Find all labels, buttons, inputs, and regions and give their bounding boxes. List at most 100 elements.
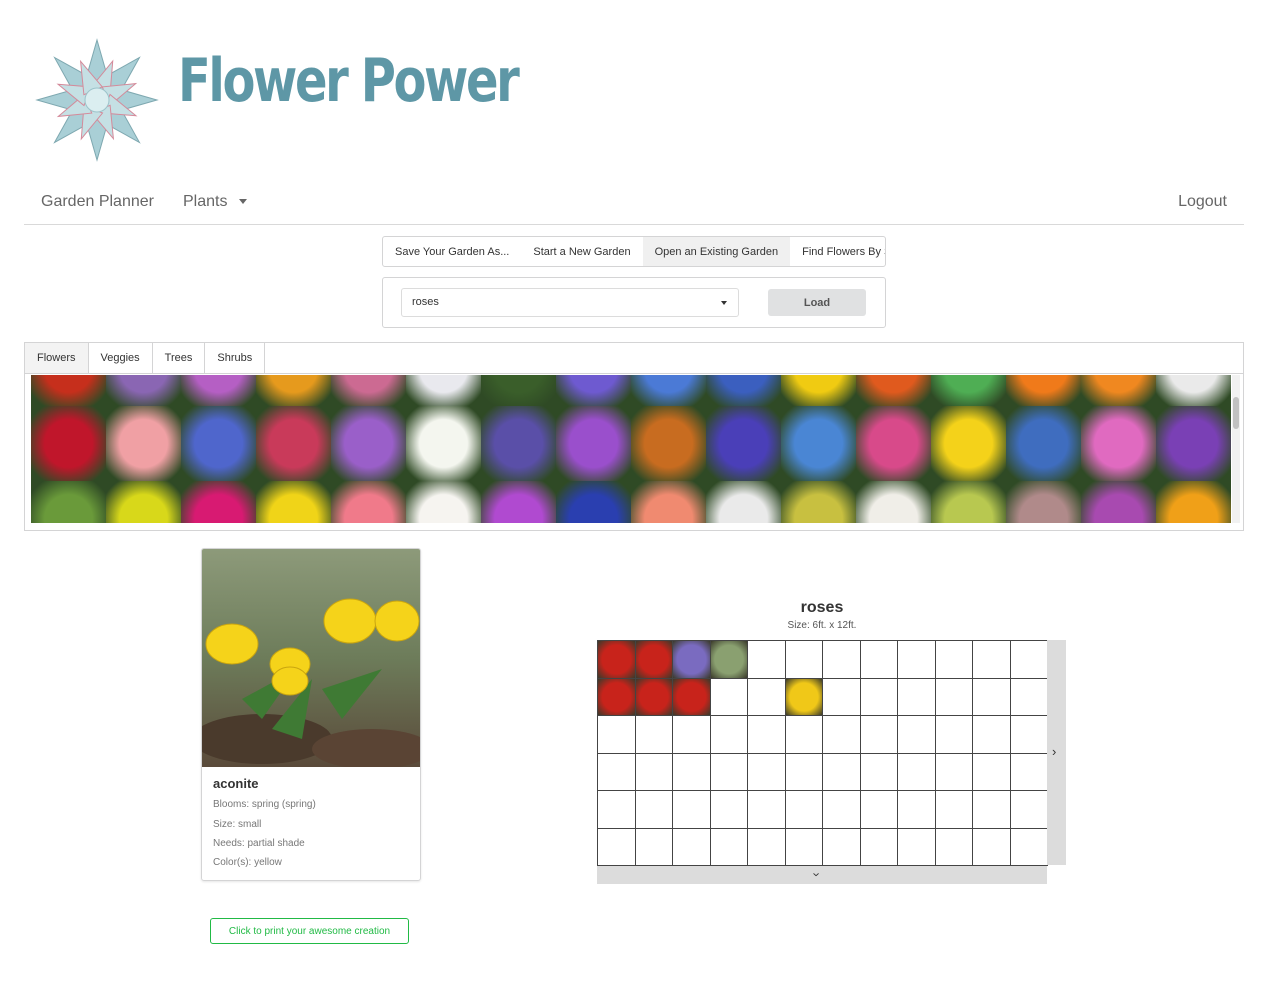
plant-thumbnail[interactable] <box>1156 406 1231 481</box>
garden-cell[interactable] <box>784 790 823 829</box>
plant-thumbnail[interactable] <box>256 481 331 523</box>
plant-thumbnail[interactable] <box>406 406 481 481</box>
plant-thumbnail[interactable] <box>1081 375 1156 406</box>
garden-cell[interactable] <box>897 790 936 829</box>
plant-thumbnail[interactable] <box>256 406 331 481</box>
garden-cell[interactable] <box>972 752 1011 791</box>
garden-cell[interactable] <box>597 790 636 829</box>
plant-thumbnail[interactable] <box>181 375 256 406</box>
garden-cell[interactable] <box>1009 677 1048 716</box>
plant-thumbnail[interactable] <box>31 481 106 523</box>
garden-cell[interactable] <box>972 790 1011 829</box>
tab-trees[interactable]: Trees <box>153 343 206 373</box>
plant-thumbnail[interactable] <box>556 375 631 406</box>
garden-cell[interactable] <box>597 827 636 866</box>
garden-cell[interactable] <box>897 640 936 679</box>
garden-cell[interactable] <box>822 640 861 679</box>
print-button[interactable]: Click to print your awesome creation <box>210 918 409 944</box>
garden-cell[interactable] <box>859 715 898 754</box>
garden-cell[interactable] <box>634 715 673 754</box>
plant-thumbnail[interactable] <box>106 375 181 406</box>
garden-cell[interactable] <box>747 790 786 829</box>
plant-thumbnail[interactable] <box>1006 375 1081 406</box>
garden-cell[interactable] <box>672 752 711 791</box>
plant-thumbnail[interactable] <box>856 481 931 523</box>
plant-thumbnail[interactable] <box>631 375 706 406</box>
plant-thumbnail[interactable] <box>856 406 931 481</box>
plant-thumbnail[interactable] <box>556 406 631 481</box>
garden-cell[interactable] <box>747 752 786 791</box>
plant-thumbnail[interactable] <box>481 481 556 523</box>
garden-cell[interactable] <box>897 827 936 866</box>
open-existing-garden-tab[interactable]: Open an Existing Garden <box>642 237 791 266</box>
garden-cell[interactable] <box>672 640 711 679</box>
garden-cell[interactable] <box>672 715 711 754</box>
garden-cell[interactable] <box>859 752 898 791</box>
plant-thumbnail[interactable] <box>331 481 406 523</box>
garden-cell[interactable] <box>934 790 973 829</box>
garden-cell[interactable] <box>784 827 823 866</box>
save-garden-as-tab[interactable]: Save Your Garden As... <box>383 237 521 266</box>
plant-thumbnail[interactable] <box>781 481 856 523</box>
plant-thumbnail[interactable] <box>856 375 931 406</box>
garden-cell[interactable] <box>822 790 861 829</box>
tab-flowers[interactable]: Flowers <box>25 343 89 373</box>
garden-cell[interactable] <box>972 677 1011 716</box>
garden-cell[interactable] <box>709 715 748 754</box>
garden-cell[interactable] <box>747 677 786 716</box>
garden-cell[interactable] <box>747 715 786 754</box>
garden-cell[interactable] <box>859 640 898 679</box>
plant-thumbnail[interactable] <box>706 375 781 406</box>
garden-cell[interactable] <box>859 827 898 866</box>
plant-thumbnail[interactable] <box>481 375 556 406</box>
plant-thumbnail[interactable] <box>1006 406 1081 481</box>
garden-cell[interactable] <box>897 752 936 791</box>
nav-logout[interactable]: Logout <box>1178 193 1227 211</box>
garden-cell[interactable] <box>822 752 861 791</box>
plant-thumbnail[interactable] <box>256 375 331 406</box>
tab-veggies[interactable]: Veggies <box>89 343 153 373</box>
plant-thumbnail[interactable] <box>781 406 856 481</box>
garden-cell[interactable] <box>784 640 823 679</box>
garden-cell[interactable] <box>709 790 748 829</box>
plant-thumbnail[interactable] <box>106 406 181 481</box>
garden-cell[interactable] <box>1009 640 1048 679</box>
garden-cell[interactable] <box>859 790 898 829</box>
garden-cell[interactable] <box>597 677 636 716</box>
garden-cell[interactable] <box>934 827 973 866</box>
find-flowers-by-state-tab[interactable]: Find Flowers By State <box>790 237 885 266</box>
garden-scroll-down[interactable]: › <box>597 866 1047 884</box>
plant-thumbnail[interactable] <box>406 481 481 523</box>
plant-thumbnail[interactable] <box>31 375 106 406</box>
garden-cell[interactable] <box>897 677 936 716</box>
garden-cell[interactable] <box>1009 715 1048 754</box>
garden-cell[interactable] <box>672 790 711 829</box>
thumbnail-scrollbar[interactable] <box>1232 375 1240 523</box>
scrollbar-thumb[interactable] <box>1233 397 1239 429</box>
garden-cell[interactable] <box>784 752 823 791</box>
plant-thumbnail[interactable] <box>331 375 406 406</box>
garden-cell[interactable] <box>822 677 861 716</box>
garden-cell[interactable] <box>747 640 786 679</box>
garden-cell[interactable] <box>784 715 823 754</box>
garden-cell[interactable] <box>597 752 636 791</box>
plant-thumbnail[interactable] <box>1006 481 1081 523</box>
plant-thumbnail[interactable] <box>331 406 406 481</box>
garden-cell[interactable] <box>709 752 748 791</box>
garden-cell[interactable] <box>597 640 636 679</box>
nav-plants-dropdown[interactable]: Plants <box>183 193 248 211</box>
plant-thumbnail[interactable] <box>1156 375 1231 406</box>
garden-cell[interactable] <box>634 790 673 829</box>
garden-cell[interactable] <box>897 715 936 754</box>
garden-cell[interactable] <box>747 827 786 866</box>
garden-cell[interactable] <box>972 827 1011 866</box>
plant-thumbnail[interactable] <box>931 375 1006 406</box>
garden-cell[interactable] <box>859 677 898 716</box>
garden-cell[interactable] <box>709 827 748 866</box>
garden-cell[interactable] <box>709 640 748 679</box>
plant-thumbnail[interactable] <box>556 481 631 523</box>
garden-cell[interactable] <box>1009 790 1048 829</box>
garden-cell[interactable] <box>822 715 861 754</box>
plant-thumbnail[interactable] <box>31 406 106 481</box>
plant-thumbnail[interactable] <box>631 406 706 481</box>
